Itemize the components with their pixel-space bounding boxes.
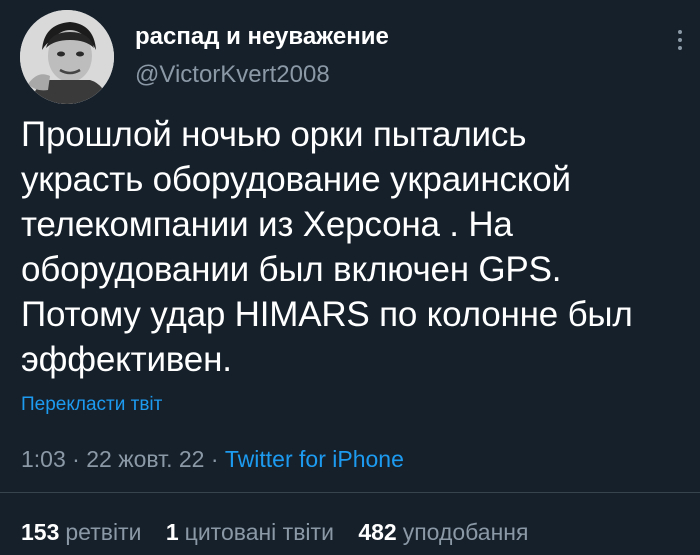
avatar-photo-icon: [20, 10, 114, 104]
translate-tweet-link[interactable]: Перекласти твіт: [21, 393, 162, 417]
author-handle[interactable]: @VictorKvert2008: [135, 60, 330, 90]
tweet-text-line: украсть оборудование украинской: [21, 160, 571, 199]
tweet-source-link[interactable]: Twitter for iPhone: [225, 446, 404, 472]
quotes-label: цитовані твіти: [184, 519, 334, 545]
tweet-text-line: телекомпании из Херсона . На: [21, 205, 513, 244]
meta-separator: ·: [72, 446, 80, 472]
vertical-dots-icon: [678, 46, 682, 50]
tweet-meta: 1:03 · 22 жовт. 22 · Twitter for iPhone: [21, 445, 404, 473]
tweet-time[interactable]: 1:03: [21, 446, 66, 472]
quotes-count: 1: [165, 519, 179, 545]
vertical-dots-icon: [678, 30, 682, 34]
meta-separator: ·: [210, 446, 219, 472]
tweet-text-line: Потому удар HIMARS по колонне был: [21, 295, 633, 334]
tweet-text: Прошлой ночью орки пытались украсть обор…: [21, 112, 671, 382]
author-display-name[interactable]: распад и неуважение: [135, 22, 389, 52]
likes-stat[interactable]: 482 уподобання: [358, 519, 528, 545]
avatar[interactable]: [20, 10, 114, 104]
retweets-count: 153: [21, 519, 60, 545]
tweet-date[interactable]: 22 жовт. 22: [86, 446, 204, 472]
likes-label: уподобання: [402, 519, 529, 545]
quotes-stat[interactable]: 1 цитовані твіти: [166, 519, 334, 545]
tweet-stats: 153 ретвіти 1 цитовані твіти 482 уподобання: [21, 517, 546, 547]
retweets-stat[interactable]: 153 ретвіти: [21, 519, 141, 545]
retweets-label: ретвіти: [65, 519, 142, 545]
vertical-dots-icon: [678, 38, 682, 42]
tweet-text-line: эффективен.: [21, 340, 232, 379]
likes-count: 482: [358, 519, 397, 545]
divider: [0, 492, 700, 493]
more-options-button[interactable]: [668, 24, 692, 56]
tweet-text-line: Прошлой ночью орки пытались: [21, 115, 527, 154]
tweet-text-line: оборудовании был включен GPS.: [21, 250, 562, 289]
